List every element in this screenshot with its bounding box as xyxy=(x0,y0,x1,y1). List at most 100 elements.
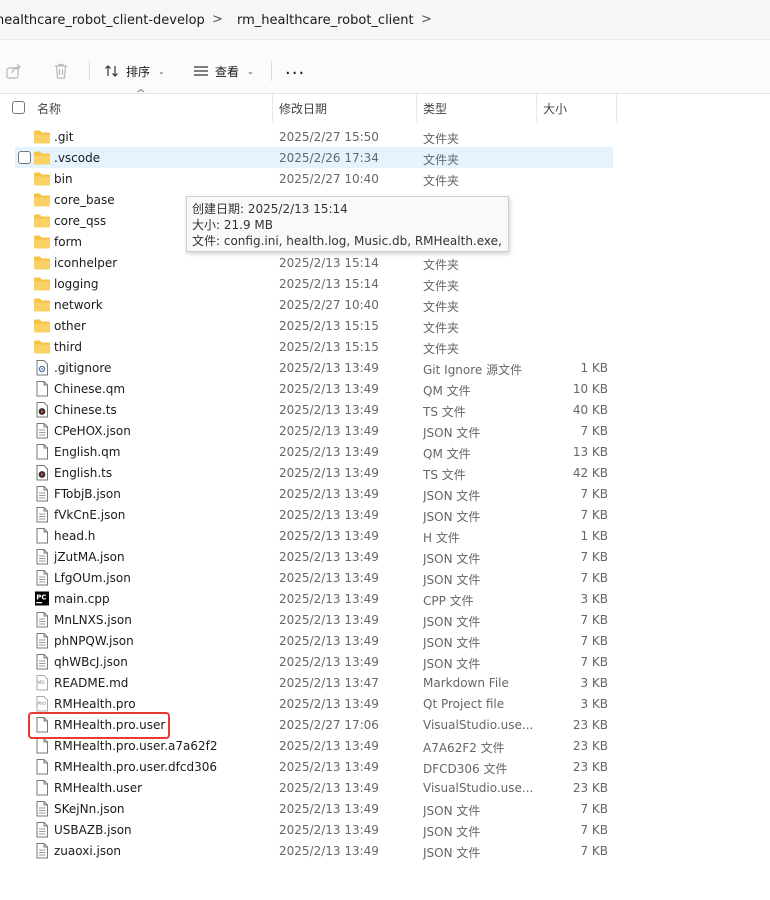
file-size: 7 KB xyxy=(580,424,608,438)
text-file-icon xyxy=(36,549,48,565)
file-row[interactable]: RMHealth.pro.user.dfcd306 2025/2/13 13:49… xyxy=(0,756,770,777)
file-row[interactable]: head.h 2025/2/13 13:49 H 文件 1 KB xyxy=(0,525,770,546)
chevron-right-icon[interactable]: > xyxy=(212,12,223,27)
column-header: 名称 修改日期 类型 大小 xyxy=(0,94,770,122)
folder-icon xyxy=(34,235,50,249)
file-name: RMHealth.pro xyxy=(54,697,136,711)
file-row[interactable]: .git 2025/2/27 15:50 文件夹 xyxy=(0,126,770,147)
file-icon xyxy=(36,444,48,460)
file-row[interactable]: network 2025/2/27 10:40 文件夹 xyxy=(0,294,770,315)
delete-icon[interactable] xyxy=(52,62,70,80)
file-row[interactable]: logging 2025/2/13 15:14 文件夹 xyxy=(0,273,770,294)
file-row[interactable]: .vscode 2025/2/26 17:34 文件夹 xyxy=(0,147,770,168)
file-date: 2025/2/13 13:49 xyxy=(279,844,379,858)
file-type: 文件夹 xyxy=(423,132,460,146)
file-row[interactable]: SKejNn.json 2025/2/13 13:49 JSON 文件 7 KB xyxy=(0,798,770,819)
file-row[interactable]: English.qm 2025/2/13 13:49 QM 文件 13 KB xyxy=(0,441,770,462)
text-file-icon xyxy=(36,507,48,523)
file-row[interactable]: bin 2025/2/27 10:40 文件夹 xyxy=(0,168,770,189)
file-row[interactable]: phNPQW.json 2025/2/13 13:49 JSON 文件 7 KB xyxy=(0,630,770,651)
file-row[interactable]: RMHealth.user 2025/2/13 13:49 VisualStudio… xyxy=(0,777,770,798)
view-list-icon xyxy=(194,66,208,76)
file-type: JSON 文件 xyxy=(423,573,481,587)
file-name: head.h xyxy=(54,529,96,543)
breadcrumb-item[interactable]: rm_healthcare_robot_client xyxy=(237,13,414,28)
text-file-icon xyxy=(36,486,48,502)
select-all-checkbox[interactable] xyxy=(12,101,25,114)
file-row[interactable]: qhWBcJ.json 2025/2/13 13:49 JSON 文件 7 KB xyxy=(0,651,770,672)
file-size: 7 KB xyxy=(580,655,608,669)
file-name: Chinese.ts xyxy=(54,403,117,417)
file-date: 2025/2/13 15:15 xyxy=(279,319,379,333)
file-type: JSON 文件 xyxy=(423,825,481,839)
folder-icon xyxy=(34,193,50,207)
column-size[interactable]: 大小 xyxy=(543,100,567,117)
file-name: English.qm xyxy=(54,445,121,459)
file-type: 文件夹 xyxy=(423,153,460,167)
chevron-down-icon: ⌄ xyxy=(247,66,254,76)
text-file-icon xyxy=(36,654,48,670)
file-type: A7A62F2 文件 xyxy=(423,741,505,755)
tooltip-size: 大小: 21.9 MB xyxy=(192,218,273,232)
file-size: 7 KB xyxy=(580,802,608,816)
column-divider[interactable] xyxy=(416,94,417,122)
file-row[interactable]: .gitignore 2025/2/13 13:49 Git Ignore 源文件 1… xyxy=(0,357,770,378)
file-name: .vscode xyxy=(54,151,101,165)
view-button[interactable]: 查看 ⌄ xyxy=(193,59,254,83)
file-row[interactable]: MnLNXS.json 2025/2/13 13:49 JSON 文件 7 KB xyxy=(0,609,770,630)
file-row[interactable]: USBAZB.json 2025/2/13 13:49 JSON 文件 7 KB xyxy=(0,819,770,840)
file-row[interactable]: CPeHOX.json 2025/2/13 13:49 JSON 文件 7 KB xyxy=(0,420,770,441)
file-row[interactable]: Chinese.qm 2025/2/13 13:49 QM 文件 10 KB xyxy=(0,378,770,399)
file-size: 23 KB xyxy=(572,739,608,753)
file-row[interactable]: jZutMA.json 2025/2/13 13:49 JSON 文件 7 KB xyxy=(0,546,770,567)
file-name: other xyxy=(54,319,86,333)
file-date: 2025/2/13 13:49 xyxy=(279,466,379,480)
file-icon xyxy=(36,528,48,544)
file-type: JSON 文件 xyxy=(423,636,481,650)
file-row[interactable]: zuaoxi.json 2025/2/13 13:49 JSON 文件 7 KB xyxy=(0,840,770,861)
column-date[interactable]: 修改日期 xyxy=(279,100,327,117)
column-name[interactable]: 名称 xyxy=(37,100,61,117)
file-date: 2025/2/27 10:40 xyxy=(279,172,379,186)
file-name: LfgOUm.json xyxy=(54,571,131,585)
file-type: 文件夹 xyxy=(423,174,460,188)
file-row[interactable]: PC main.cpp 2025/2/13 13:49 CPP 文件 3 KB xyxy=(0,588,770,609)
file-row[interactable]: FTobjB.json 2025/2/13 13:49 JSON 文件 7 KB xyxy=(0,483,770,504)
row-checkbox[interactable] xyxy=(18,151,31,164)
file-row[interactable]: iconhelper 2025/2/13 15:14 文件夹 xyxy=(0,252,770,273)
file-row[interactable]: English.ts 2025/2/13 13:49 TS 文件 42 KB xyxy=(0,462,770,483)
media-file-icon xyxy=(36,402,48,418)
file-row[interactable]: other 2025/2/13 15:15 文件夹 xyxy=(0,315,770,336)
chevron-right-icon[interactable]: > xyxy=(421,12,432,27)
file-name: fVkCnE.json xyxy=(54,508,126,522)
file-row[interactable]: fVkCnE.json 2025/2/13 13:49 JSON 文件 7 KB xyxy=(0,504,770,525)
more-options-button[interactable]: ... xyxy=(285,60,305,78)
file-type: DFCD306 文件 xyxy=(423,762,508,776)
share-icon[interactable] xyxy=(5,62,23,80)
pro-file-icon: PRO xyxy=(36,696,48,712)
file-row[interactable]: PRO RMHealth.pro 2025/2/13 13:49 Qt Project… xyxy=(0,693,770,714)
file-date: 2025/2/13 15:14 xyxy=(279,277,379,291)
column-divider[interactable] xyxy=(272,94,273,122)
folder-tooltip: 创建日期: 2025/2/13 15:14 大小: 21.9 MB 文件: co… xyxy=(186,196,509,252)
column-divider[interactable] xyxy=(616,94,617,122)
file-date: 2025/2/27 10:40 xyxy=(279,298,379,312)
file-row[interactable]: LfgOUm.json 2025/2/13 13:49 JSON 文件 7 KB xyxy=(0,567,770,588)
sort-button[interactable]: 排序 ⌄ xyxy=(104,59,165,83)
file-row[interactable]: third 2025/2/13 15:15 文件夹 xyxy=(0,336,770,357)
file-size: 7 KB xyxy=(580,571,608,585)
file-size: 3 KB xyxy=(580,697,608,711)
file-type: JSON 文件 xyxy=(423,657,481,671)
folder-icon xyxy=(34,214,50,228)
file-type: 文件夹 xyxy=(423,321,460,335)
breadcrumb-item[interactable]: healthcare_robot_client-develop xyxy=(0,13,205,28)
file-row[interactable]: Chinese.ts 2025/2/13 13:49 TS 文件 40 KB xyxy=(0,399,770,420)
column-type[interactable]: 类型 xyxy=(423,100,447,117)
file-date: 2025/2/13 13:49 xyxy=(279,781,379,795)
file-date: 2025/2/13 13:49 xyxy=(279,361,379,375)
file-row[interactable]: MD README.md 2025/2/13 13:47 Markdown File 3… xyxy=(0,672,770,693)
file-name: CPeHOX.json xyxy=(54,424,131,438)
highlight-box xyxy=(28,712,170,739)
file-type: CPP 文件 xyxy=(423,594,474,608)
column-divider[interactable] xyxy=(536,94,537,122)
